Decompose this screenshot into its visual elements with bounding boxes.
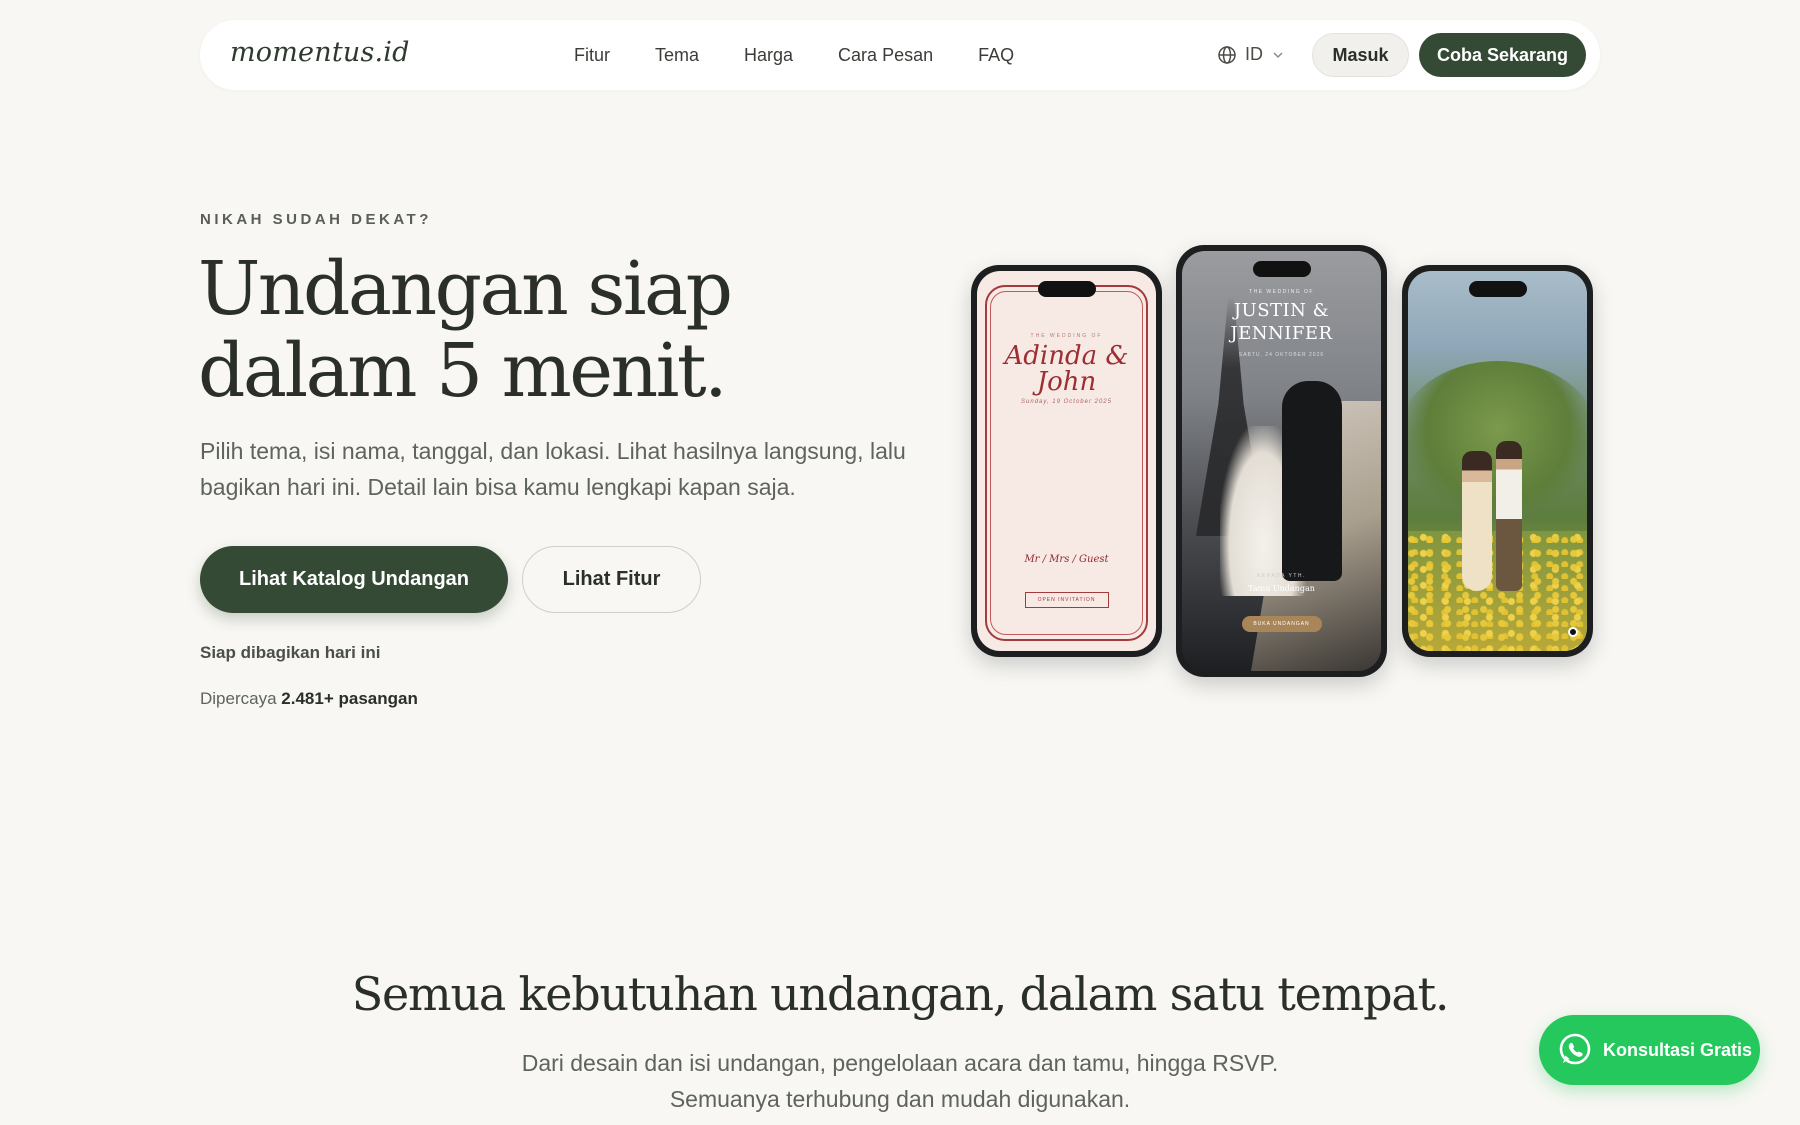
chevron-down-icon (1273, 51, 1283, 58)
whatsapp-icon (1559, 1033, 1591, 1065)
catalog-button[interactable]: Lihat Katalog Undangan (200, 546, 508, 613)
hero-title-line2: dalam 5 menit. (198, 328, 728, 414)
phone-mockup-3 (1402, 265, 1593, 657)
trusted-prefix: Dipercaya (200, 689, 277, 708)
nav-link-tema[interactable]: Tema (655, 45, 699, 66)
try-now-button[interactable]: Coba Sekarang (1419, 33, 1586, 77)
logo[interactable]: momentus.id (230, 37, 410, 68)
guest-name: Tamu Undangan (1248, 584, 1315, 593)
phone-notch (1037, 281, 1096, 297)
hero-title-line1: Undangan siap (198, 246, 733, 332)
features-title: Semua kebutuhan undangan, dalam satu tem… (351, 967, 1450, 1021)
invitation-preview-2: THE WEDDING OF JUSTIN & JENNIFER SABTU, … (1182, 251, 1381, 671)
language-selector[interactable]: ID (1217, 44, 1285, 65)
wedding-tag: THE WEDDING OF (1249, 289, 1314, 295)
music-toggle-icon (1568, 627, 1578, 637)
language-label: ID (1245, 44, 1263, 64)
nav-links: Fitur Tema Harga Cara Pesan FAQ (574, 20, 1014, 90)
wedding-tag: THE WEDDING OF (1030, 333, 1103, 339)
phone-mockup-1: THE WEDDING OF Adinda & John Sunday, 19 … (971, 265, 1162, 657)
hero-title: Undangan siap dalam 5 menit. (198, 248, 838, 412)
wedding-date: SABTU, 24 OKTOBER 2026 (1238, 352, 1325, 358)
guest-name: Mr / Mrs / Guest (1024, 554, 1109, 565)
groom-image (1496, 441, 1522, 591)
globe-icon (1218, 45, 1236, 64)
trusted-note: Dipercaya 2.481+ pasangan (200, 689, 418, 709)
nav-link-fitur[interactable]: Fitur (574, 45, 610, 66)
whatsapp-label: Konsultasi Gratis (1603, 1039, 1753, 1060)
features-subtitle-line1: Dari desain dan isi undangan, pengelolaa… (521, 1050, 1279, 1076)
nav-link-harga[interactable]: Harga (744, 45, 793, 66)
trusted-count: 2.481+ pasangan (281, 689, 418, 708)
hero-subtitle: Pilih tema, isi nama, tanggal, dan lokas… (200, 438, 906, 500)
open-invitation-button: OPEN INVITATION (1024, 592, 1109, 608)
invitation-preview-1: THE WEDDING OF Adinda & John Sunday, 19 … (977, 271, 1156, 651)
nav-link-cara-pesan[interactable]: Cara Pesan (838, 45, 933, 66)
recipient-label: KEPADA YTH. (1257, 573, 1306, 579)
top-nav: momentus.id Fitur Tema Harga Cara Pesan … (200, 20, 1600, 90)
bride-image (1462, 451, 1492, 591)
whatsapp-consult-button[interactable]: Konsultasi Gratis (1539, 1015, 1760, 1085)
invitation-preview-3 (1408, 271, 1587, 651)
login-button[interactable]: Masuk (1312, 33, 1409, 77)
couple-names: JUSTIN & JENNIFER (1182, 299, 1381, 345)
groom-image (1282, 381, 1342, 581)
couple-names-line2: JENNIFER (1230, 323, 1333, 344)
couple-names: Adinda & John (1004, 341, 1129, 397)
phone-notch (1252, 261, 1311, 277)
features-subtitle: Dari desain dan isi undangan, pengelolaa… (0, 1045, 1800, 1117)
couple-names-line1: JUSTIN & (1233, 300, 1330, 321)
ready-note: Siap dibagikan hari ini (200, 643, 381, 662)
phone-notch (1468, 281, 1527, 297)
hero-eyebrow: NIKAH SUDAH DEKAT? (200, 211, 432, 228)
nav-link-faq[interactable]: FAQ (978, 45, 1014, 66)
features-subtitle-line2: Semuanya terhubung dan mudah digunakan. (669, 1086, 1131, 1112)
open-invitation-button: BUKA UNDANGAN (1241, 616, 1322, 632)
wedding-date: Sunday, 19 October 2025 (1021, 399, 1112, 405)
features-button[interactable]: Lihat Fitur (522, 546, 701, 613)
phone-mockup-2: THE WEDDING OF JUSTIN & JENNIFER SABTU, … (1176, 245, 1387, 677)
